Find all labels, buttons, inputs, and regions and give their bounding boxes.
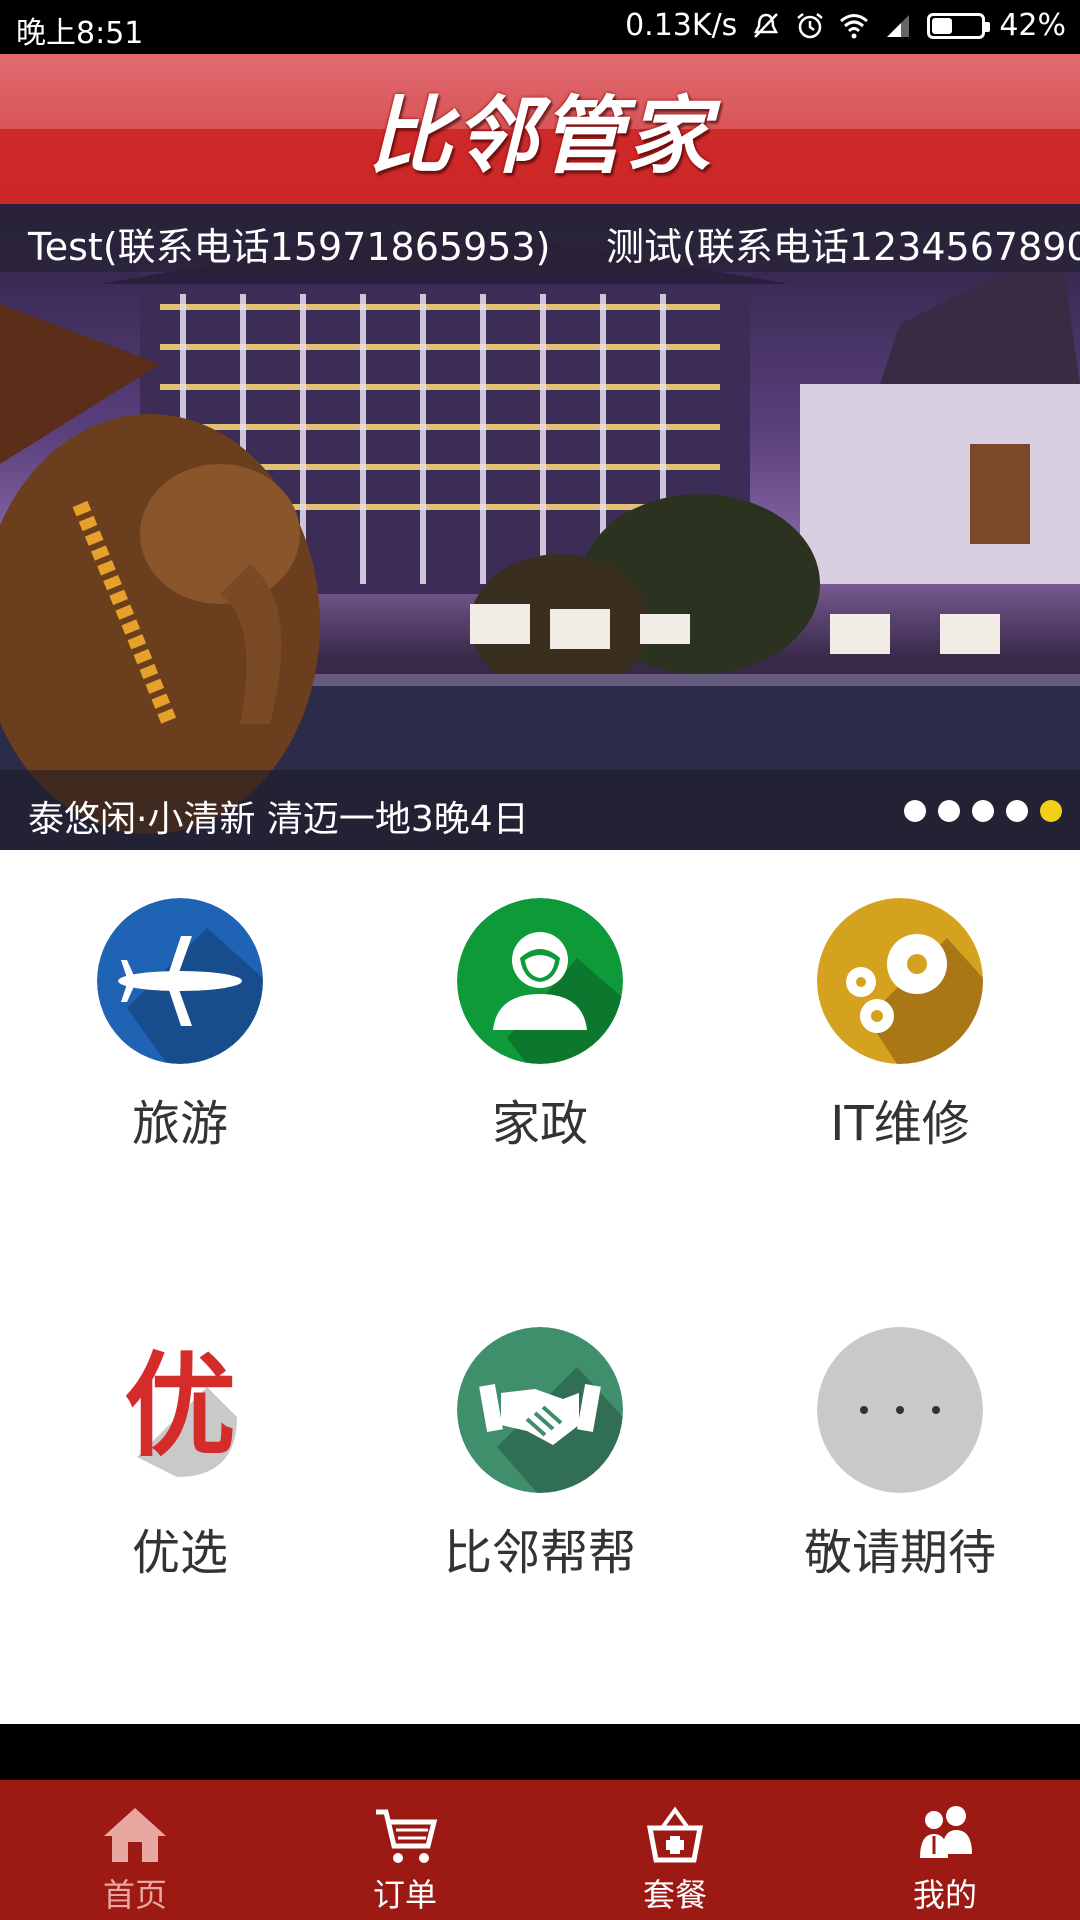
service-label: IT维修 — [830, 1096, 970, 1152]
nav-label: 套餐 — [642, 1876, 707, 1914]
you-character-icon[interactable]: 优 — [97, 1327, 263, 1493]
carousel-dot[interactable] — [904, 800, 926, 822]
divider-strip — [0, 1724, 1080, 1780]
carousel-dot[interactable] — [938, 800, 960, 822]
nav-label: 首页 — [102, 1876, 167, 1914]
wifi-icon — [840, 13, 869, 38]
service-label: 优选 — [131, 1525, 228, 1581]
banner-caption-bar: 泰悠闲·小清新 清迈一地3晚4日 — [0, 770, 1080, 850]
banner-carousel[interactable]: Test(联系电话15971865953) 测试(联系电话1234567890 … — [0, 204, 1080, 850]
service-item-6[interactable]: 敬请期待 — [740, 1327, 1060, 1583]
basket-icon[interactable] — [640, 1802, 710, 1868]
service-item-1[interactable]: 旅游 — [20, 898, 340, 1154]
gears-icon[interactable] — [817, 898, 983, 1064]
service-item-4[interactable]: 优优选 — [20, 1327, 340, 1583]
battery-icon — [927, 12, 991, 39]
app-title: 比邻管家 — [367, 86, 712, 185]
handshake-icon[interactable] — [457, 1327, 623, 1493]
service-item-3[interactable]: IT维修 — [740, 898, 1060, 1154]
banner-image[interactable] — [0, 204, 1080, 850]
app-header: 比邻管家 — [0, 54, 1080, 204]
signal-icon — [887, 14, 910, 37]
nav-label: 我的 — [912, 1876, 977, 1914]
status-icons: 0.13K/s 42% — [625, 8, 1066, 43]
home-icon[interactable] — [100, 1802, 170, 1868]
ticker-item[interactable]: 测试(联系电话1234567890 — [606, 216, 1080, 271]
network-speed: 0.13K/s — [625, 8, 738, 43]
alarm-icon — [797, 12, 824, 38]
status-time: 晚上8:51 — [16, 16, 144, 51]
carousel-dot[interactable] — [972, 800, 994, 822]
ticker-item[interactable]: Test(联系电话15971865953) — [28, 216, 550, 271]
service-label: 比邻帮帮 — [443, 1525, 636, 1581]
nav-label: 订单 — [372, 1876, 437, 1914]
people-icon[interactable] — [910, 1802, 980, 1868]
status-bar: 晚上8:51 0.13K/s 42% — [0, 0, 1080, 54]
airplane-icon[interactable] — [97, 898, 263, 1064]
nav-item-4[interactable]: 我的 — [810, 1780, 1080, 1920]
nav-item-2[interactable]: 订单 — [270, 1780, 540, 1920]
cart-icon[interactable] — [370, 1802, 440, 1868]
service-label: 敬请期待 — [803, 1525, 996, 1581]
more-dots-icon[interactable] — [817, 1327, 983, 1493]
service-label: 家政 — [491, 1096, 588, 1152]
service-item-5[interactable]: 比邻帮帮 — [380, 1327, 700, 1583]
service-label: 旅游 — [131, 1096, 228, 1152]
carousel-dot[interactable] — [1006, 800, 1028, 822]
battery-percent: 42% — [999, 8, 1066, 43]
housekeeper-icon[interactable] — [457, 898, 623, 1064]
announcement-ticker[interactable]: Test(联系电话15971865953) 测试(联系电话1234567890 — [0, 204, 1080, 272]
banner-caption: 泰悠闲·小清新 清迈一地3晚4日 — [28, 799, 529, 840]
nav-item-1[interactable]: 首页 — [0, 1780, 270, 1920]
carousel-indicator — [904, 800, 1062, 822]
nav-item-3[interactable]: 套餐 — [540, 1780, 810, 1920]
bottom-navigation: 首页 订单 套餐 我的 — [0, 1780, 1080, 1920]
you-glyph: 优 — [124, 1342, 236, 1472]
carousel-dot[interactable] — [1040, 800, 1062, 822]
service-item-2[interactable]: 家政 — [380, 898, 700, 1154]
mute-bell-icon — [754, 12, 779, 38]
